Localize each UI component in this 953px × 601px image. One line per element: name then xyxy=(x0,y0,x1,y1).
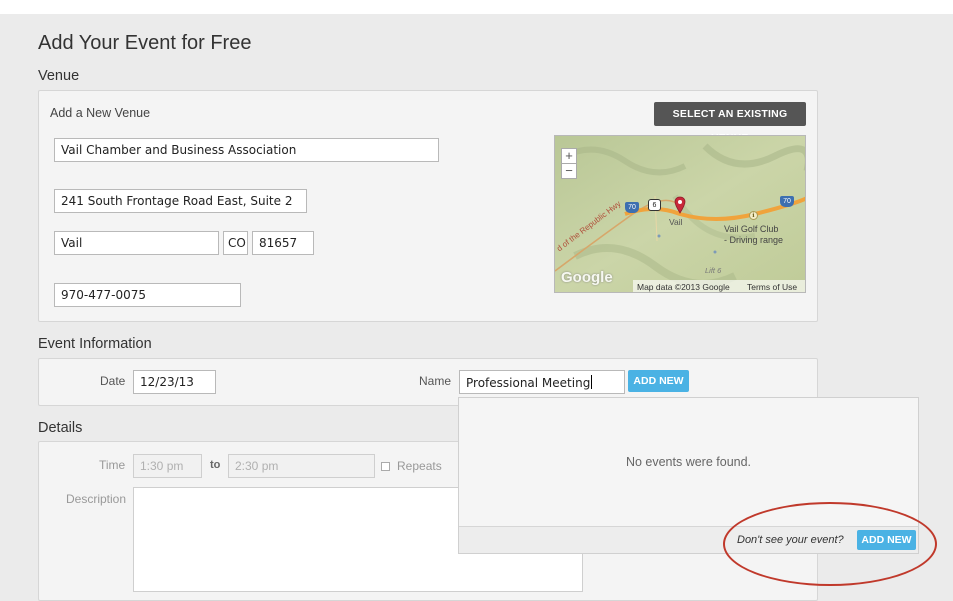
top-bar xyxy=(0,0,953,14)
map-pin-icon[interactable] xyxy=(674,196,686,214)
venue-zip-field[interactable]: 81657 xyxy=(252,231,314,255)
details-section-title: Details xyxy=(38,420,83,436)
venue-section-title: Venue xyxy=(38,68,80,84)
map-zoom-out-button[interactable]: − xyxy=(561,163,577,179)
date-label: Date xyxy=(100,374,126,388)
name-label: Name xyxy=(419,374,452,388)
map-label-vail: Vail xyxy=(669,217,683,227)
map-label-lift: Lift 6 xyxy=(705,266,722,275)
event-name-field[interactable]: Professional Meeting xyxy=(459,370,625,394)
highlight-circle-annotation xyxy=(723,502,937,586)
start-time-field[interactable]: 1:30 pm xyxy=(133,454,202,478)
us-route-shield-icon: 6 xyxy=(648,199,661,211)
event-info-section-title: Event Information xyxy=(38,336,152,352)
no-events-message: No events were found. xyxy=(625,455,752,469)
interstate-shield-icon: 70 xyxy=(625,202,639,213)
map-label-golf-club-sub: - Driving range xyxy=(724,235,784,245)
end-time-field[interactable]: 2:30 pm xyxy=(228,454,375,478)
event-name-value: Professional Meeting xyxy=(466,376,591,390)
google-logo: Google xyxy=(561,269,613,286)
venue-phone-field[interactable]: 970-477-0075 xyxy=(54,283,241,307)
time-to-label: to xyxy=(210,459,221,471)
description-label: Description xyxy=(66,492,127,506)
map-terms-link[interactable]: Terms of Use xyxy=(747,280,797,292)
repeats-checkbox[interactable] xyxy=(381,462,390,471)
time-label: Time xyxy=(99,458,126,472)
map-attribution: Map data ©2013 Google Terms of Use xyxy=(633,280,805,292)
venue-map[interactable]: + − 70 6 70 Vail ℹ Vail Golf Club - Driv… xyxy=(554,135,806,293)
text-cursor xyxy=(591,375,593,389)
venue-name-field[interactable]: Vail Chamber and Business Association xyxy=(54,138,439,162)
map-label-golf-club-name: Vail Golf Club xyxy=(724,224,779,234)
date-field[interactable]: 12/23/13 xyxy=(133,370,216,394)
map-data-text: Map data ©2013 Google xyxy=(637,282,730,292)
add-new-venue-label: Add a New Venue xyxy=(50,106,151,120)
venue-address-field[interactable]: 241 South Frontage Road East, Suite 2 xyxy=(54,189,307,213)
map-label-golf-club: Vail Golf Club - Driving range xyxy=(724,224,783,246)
venue-city-field[interactable]: Vail xyxy=(54,231,219,255)
golf-poi-icon: ℹ xyxy=(749,211,758,220)
interstate-shield-icon: 70 xyxy=(780,196,794,207)
select-existing-venue-button[interactable]: SELECT AN EXISTING VENUE xyxy=(654,102,806,144)
add-new-event-button[interactable]: ADD NEW xyxy=(628,370,689,392)
map-zoom-in-button[interactable]: + xyxy=(561,148,577,164)
page-title: Add Your Event for Free xyxy=(38,32,252,54)
repeats-label: Repeats xyxy=(397,459,442,473)
venue-state-field[interactable]: CO xyxy=(223,231,248,255)
